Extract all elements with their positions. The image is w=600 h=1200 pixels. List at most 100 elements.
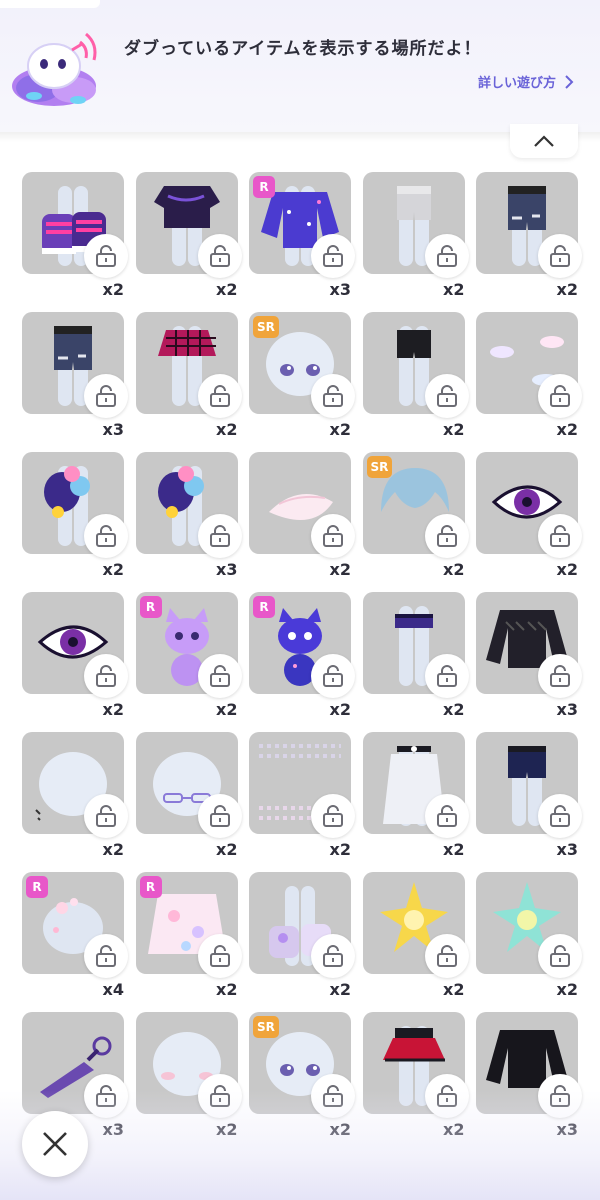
lock-button[interactable]	[311, 234, 355, 278]
lock-button[interactable]	[84, 1074, 128, 1118]
lock-button[interactable]	[538, 794, 582, 838]
lock-button[interactable]	[84, 234, 128, 278]
lock-button[interactable]	[84, 794, 128, 838]
lock-button[interactable]	[197, 794, 242, 838]
item-card[interactable]: x2	[22, 592, 128, 719]
item-card[interactable]: x2	[135, 172, 242, 299]
lock-button[interactable]	[311, 514, 355, 558]
chevron-up-icon	[534, 135, 554, 147]
item-card[interactable]: x2	[362, 172, 469, 299]
item-count: x2	[329, 420, 351, 439]
lock-button[interactable]	[538, 514, 582, 558]
item-card[interactable]: x2	[249, 452, 355, 579]
item-card[interactable]: x2	[476, 312, 582, 439]
item-card[interactable]: x2	[135, 732, 242, 859]
item-card[interactable]: x2	[249, 732, 355, 859]
lock-button[interactable]	[197, 514, 242, 558]
lock-button[interactable]	[538, 234, 582, 278]
lock-button[interactable]	[311, 794, 355, 838]
unlock-icon	[550, 525, 570, 547]
collapse-button[interactable]	[510, 124, 578, 158]
lock-button[interactable]	[424, 374, 469, 418]
lock-button[interactable]	[538, 654, 582, 698]
item-count: x2	[329, 840, 351, 859]
item-card[interactable]: x2	[22, 452, 128, 579]
lock-button[interactable]	[84, 654, 128, 698]
lock-button[interactable]	[424, 934, 469, 978]
unlock-icon	[209, 245, 230, 267]
item-card[interactable]: x2	[135, 312, 242, 439]
item-card[interactable]: x2	[476, 872, 582, 999]
item-card[interactable]: x2	[362, 312, 469, 439]
item-count: x2	[102, 700, 124, 719]
item-count: x2	[329, 980, 351, 999]
item-card[interactable]: Rx2	[135, 872, 242, 999]
item-card[interactable]: x2	[22, 172, 128, 299]
item-card[interactable]: x2	[362, 732, 469, 859]
unlock-icon	[436, 245, 457, 267]
lock-button[interactable]	[84, 514, 128, 558]
item-count: x2	[329, 700, 351, 719]
item-card[interactable]: x3	[135, 452, 242, 579]
unlock-icon	[96, 665, 116, 687]
lock-button[interactable]	[197, 234, 242, 278]
info-banner: ダブっているアイテムを表示する場所だよ！ 詳しい遊び方	[0, 0, 600, 132]
item-card[interactable]: x2	[22, 732, 128, 859]
item-card[interactable]: x2	[476, 452, 582, 579]
how-to-play-link[interactable]: 詳しい遊び方	[478, 72, 574, 91]
item-card[interactable]: x3	[476, 732, 582, 859]
item-card[interactable]: Rx2	[135, 592, 242, 719]
item-card[interactable]: SR x2	[362, 452, 469, 579]
item-card[interactable]: x2	[362, 872, 469, 999]
lock-button[interactable]	[538, 374, 582, 418]
item-card[interactable]: x3	[22, 312, 128, 439]
item-card[interactable]: x2	[476, 172, 582, 299]
rarity-badge: SR	[366, 456, 393, 478]
item-card[interactable]: x2	[362, 592, 469, 719]
item-count: x2	[329, 560, 351, 579]
unlock-icon	[550, 665, 570, 687]
lock-button[interactable]	[311, 654, 355, 698]
item-card[interactable]: x3	[476, 592, 582, 719]
unlock-icon	[550, 385, 570, 407]
item-count: x3	[329, 280, 351, 299]
item-card[interactable]: x3	[22, 1012, 128, 1139]
unlock-icon	[323, 1085, 343, 1107]
lock-button[interactable]	[311, 1074, 355, 1118]
lock-button[interactable]	[197, 654, 242, 698]
item-count: x4	[102, 980, 124, 999]
lock-button[interactable]	[424, 1074, 469, 1118]
lock-button[interactable]	[84, 934, 128, 978]
unlock-icon	[436, 1085, 457, 1107]
item-card[interactable]: Rx4	[22, 872, 128, 999]
item-count: x2	[216, 1120, 238, 1139]
item-count: x2	[102, 840, 124, 859]
unlock-icon	[96, 385, 116, 407]
item-card[interactable]: Rx2	[249, 592, 355, 719]
lock-button[interactable]	[424, 514, 469, 558]
lock-button[interactable]	[538, 1074, 582, 1118]
item-count: x2	[443, 1120, 465, 1139]
unlock-icon	[323, 245, 343, 267]
lock-button[interactable]	[197, 1074, 242, 1118]
lock-button[interactable]	[197, 934, 242, 978]
lock-button[interactable]	[538, 934, 582, 978]
unlock-icon	[323, 665, 343, 687]
lock-button[interactable]	[84, 374, 128, 418]
item-card[interactable]: SR x2	[249, 312, 355, 439]
item-card[interactable]: x2	[135, 1012, 242, 1139]
close-button[interactable]	[22, 1111, 88, 1177]
lock-button[interactable]	[311, 934, 355, 978]
item-card[interactable]: Rx3	[249, 172, 355, 299]
lock-button[interactable]	[424, 794, 469, 838]
lock-button[interactable]	[424, 234, 469, 278]
item-card[interactable]: SR x2	[249, 1012, 355, 1139]
item-count: x2	[443, 420, 465, 439]
item-card[interactable]: x3	[476, 1012, 582, 1139]
unlock-icon	[436, 945, 457, 967]
lock-button[interactable]	[424, 654, 469, 698]
item-card[interactable]: x2	[362, 1012, 469, 1139]
lock-button[interactable]	[311, 374, 355, 418]
item-card[interactable]: x2	[249, 872, 355, 999]
lock-button[interactable]	[197, 374, 242, 418]
